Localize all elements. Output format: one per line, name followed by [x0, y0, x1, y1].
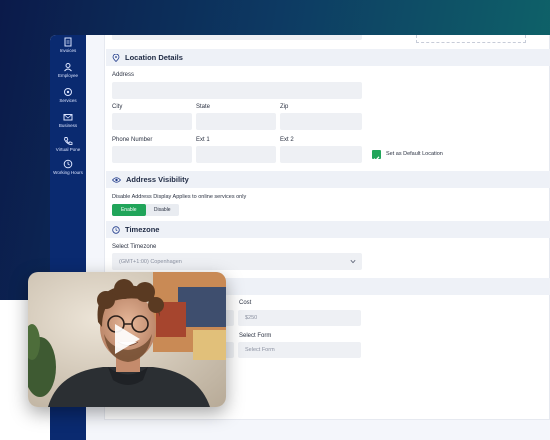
chevron-down-icon: [350, 259, 356, 264]
document-icon: [64, 37, 72, 47]
ext2-input[interactable]: [280, 146, 362, 163]
services-icon: [64, 88, 72, 96]
location-section-header: Location Details: [106, 49, 550, 66]
state-input[interactable]: [196, 113, 276, 130]
checkmark-icon: [373, 156, 380, 162]
city-label: City: [112, 104, 123, 110]
disable-option[interactable]: Disable: [146, 204, 180, 216]
state-label: State: [196, 104, 211, 110]
sidebar-item-employee[interactable]: Employee: [50, 62, 86, 78]
default-location-label: Set as Default Location: [386, 151, 443, 157]
phone-label: Phone Number: [112, 137, 153, 143]
eye-icon: [112, 176, 121, 183]
section-title: Timezone: [125, 225, 160, 234]
section-title: Location Details: [125, 53, 183, 62]
zip-label: Zip: [280, 104, 289, 110]
clock-icon: [112, 225, 120, 234]
timezone-value: (GMT+1:00) Copenhagen: [119, 258, 182, 265]
logo-upload-area[interactable]: [416, 35, 526, 43]
form-placeholder: Select Form: [245, 347, 275, 353]
visibility-toggle: Enable Disable: [112, 204, 179, 216]
sidebar-item-label: Working Hours: [53, 170, 83, 175]
default-location-checkbox[interactable]: [372, 150, 381, 162]
cost-input[interactable]: $250: [238, 310, 361, 326]
phone-icon: [64, 137, 73, 145]
sidebar-item-label: Employee: [57, 73, 78, 78]
section-title: Address Visibility: [126, 175, 189, 184]
zip-input[interactable]: [280, 113, 362, 130]
ext1-label: Ext 1: [196, 137, 210, 143]
sidebar-item-virtual-phone[interactable]: Virtual Pone: [50, 136, 86, 152]
user-icon: [64, 63, 72, 72]
sidebar-item-invoices[interactable]: Invoices: [50, 37, 86, 53]
ext1-input[interactable]: [196, 146, 276, 163]
sidebar-item-business[interactable]: Business: [50, 112, 86, 128]
location-pin-icon: [112, 53, 120, 62]
address-label: Address: [112, 72, 135, 78]
enable-option[interactable]: Enable: [112, 204, 146, 216]
cost-value: $250: [245, 315, 258, 321]
clock-icon: [63, 159, 73, 169]
sidebar-item-label: Invoices: [59, 48, 77, 53]
sidebar-item-label: Virtual Pone: [55, 147, 81, 152]
form-select[interactable]: Select Form: [238, 342, 361, 358]
timezone-select[interactable]: (GMT+1:00) Copenhagen: [112, 253, 362, 270]
timezone-label: Select Timezone: [112, 244, 157, 250]
sidebar-item-services[interactable]: Services: [50, 87, 86, 103]
sidebar-item-label: Services: [59, 98, 77, 103]
phone-input[interactable]: [112, 146, 192, 163]
sidebar-item-working-hours[interactable]: Working Hours: [50, 159, 86, 175]
previous-field[interactable]: [112, 35, 362, 40]
form-label: Select Form: [239, 333, 272, 339]
ext2-label: Ext 2: [280, 137, 294, 143]
city-input[interactable]: [112, 113, 192, 130]
play-icon[interactable]: [112, 322, 142, 356]
sidebar-item-label: Business: [58, 123, 78, 128]
cost-label: Cost: [239, 300, 252, 306]
address-input[interactable]: [112, 82, 362, 99]
video-thumbnail[interactable]: [28, 272, 226, 407]
visibility-section-header: Address Visibility: [106, 171, 550, 188]
mail-icon: [63, 114, 73, 121]
visibility-description: Disable Address Display Applies to onlin…: [112, 194, 247, 200]
timezone-section-header: Timezone: [106, 221, 550, 238]
